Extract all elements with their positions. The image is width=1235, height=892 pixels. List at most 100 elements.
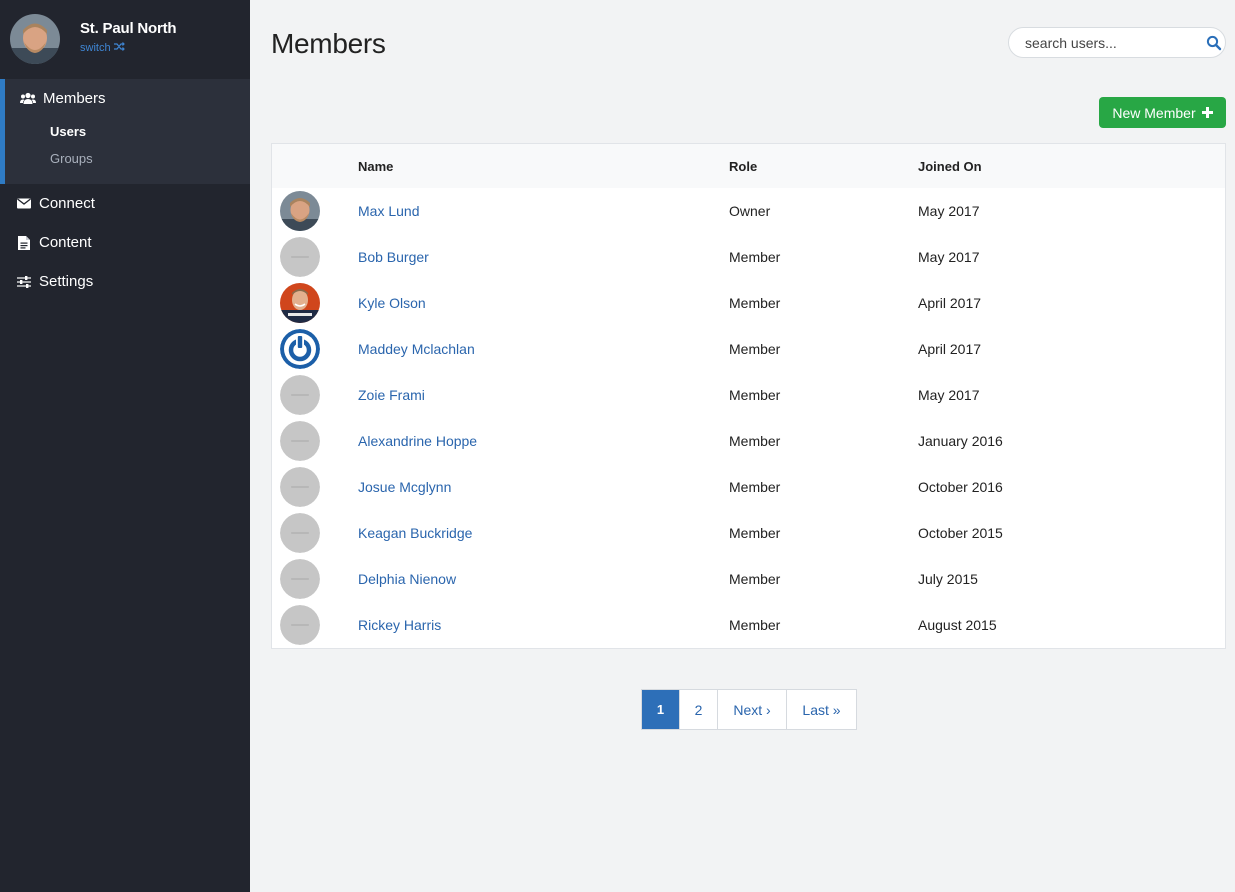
role-cell: Member xyxy=(729,249,781,265)
avatar-cell xyxy=(272,234,358,280)
avatar[interactable] xyxy=(280,513,320,553)
last-page-button[interactable]: Last » xyxy=(786,690,856,729)
table-row: Zoie Frami Member May 2017 xyxy=(272,372,1225,418)
sidebar-item-label: Members xyxy=(43,90,106,107)
table-row: Keagan Buckridge Member October 2015 xyxy=(272,510,1225,556)
avatar[interactable] xyxy=(10,14,60,64)
account-name: St. Paul North xyxy=(80,20,177,37)
member-name-link[interactable]: Delphia Nienow xyxy=(358,571,456,587)
column-header-name[interactable]: Name xyxy=(358,144,729,188)
avatar[interactable] xyxy=(280,559,320,599)
document-icon xyxy=(16,235,32,250)
name-cell: Bob Burger xyxy=(358,234,729,280)
main-content: Members New Member Name Role Joined On M… xyxy=(250,0,1235,892)
page-1-button[interactable]: 1 xyxy=(642,690,679,729)
table-row: Alexandrine Hoppe Member January 2016 xyxy=(272,418,1225,464)
avatar[interactable] xyxy=(280,329,320,369)
next-page-button[interactable]: Next › xyxy=(717,690,786,729)
new-member-button[interactable]: New Member xyxy=(1099,97,1226,128)
nav-section-main: Connect Content Settings xyxy=(0,184,250,301)
table-row: Bob Burger Member May 2017 xyxy=(272,234,1225,280)
avatar-cell xyxy=(272,464,358,510)
sidebar-item-users[interactable]: Users xyxy=(0,118,250,145)
sliders-icon xyxy=(16,275,32,289)
avatar-cell xyxy=(272,280,358,326)
member-name-link[interactable]: Rickey Harris xyxy=(358,617,441,633)
name-cell: Kyle Olson xyxy=(358,280,729,326)
search-box xyxy=(1008,27,1226,58)
column-header-role[interactable]: Role xyxy=(729,144,918,188)
joined-cell: May 2017 xyxy=(918,203,980,219)
avatar-cell xyxy=(272,602,358,648)
sidebar-item-content[interactable]: Content xyxy=(0,223,250,262)
joined-cell: April 2017 xyxy=(918,295,982,311)
table-row: Josue Mcglynn Member October 2016 xyxy=(272,464,1225,510)
search-input[interactable] xyxy=(1025,34,1206,51)
table-row: Kyle Olson Member April 2017 xyxy=(272,280,1225,326)
joined-cell: January 2016 xyxy=(918,433,1003,449)
avatar-cell xyxy=(272,188,358,234)
column-header-joined[interactable]: Joined On xyxy=(918,144,1225,188)
member-name-link[interactable]: Max Lund xyxy=(358,203,419,219)
switch-label: switch xyxy=(80,42,111,54)
role-cell: Member xyxy=(729,387,781,403)
role-cell: Member xyxy=(729,341,781,357)
role-cell: Member xyxy=(729,525,781,541)
joined-cell: April 2017 xyxy=(918,341,982,357)
name-cell: Max Lund xyxy=(358,188,729,234)
avatar[interactable] xyxy=(280,237,320,277)
avatar[interactable] xyxy=(280,467,320,507)
sidebar-item-connect[interactable]: Connect xyxy=(0,184,250,223)
joined-cell: October 2015 xyxy=(918,525,1003,541)
name-cell: Maddey Mclachlan xyxy=(358,326,729,372)
avatar[interactable] xyxy=(280,283,320,323)
table-row: Maddey Mclachlan Member April 2017 xyxy=(272,326,1225,372)
name-cell: Delphia Nienow xyxy=(358,556,729,602)
avatar-cell xyxy=(272,510,358,556)
nav-section-members: Members Users Groups xyxy=(0,79,250,184)
name-cell: Keagan Buckridge xyxy=(358,510,729,556)
member-name-link[interactable]: Zoie Frami xyxy=(358,387,425,403)
joined-cell: July 2015 xyxy=(918,571,978,587)
sidebar-item-members[interactable]: Members xyxy=(0,79,250,118)
member-name-link[interactable]: Kyle Olson xyxy=(358,295,426,311)
avatar[interactable] xyxy=(280,605,320,645)
sidebar-item-label: Connect xyxy=(39,195,95,212)
table-row: Rickey Harris Member August 2015 xyxy=(272,602,1225,648)
member-name-link[interactable]: Bob Burger xyxy=(358,249,429,265)
avatar-column-header xyxy=(272,144,358,188)
role-cell: Owner xyxy=(729,203,771,219)
sidebar-item-settings[interactable]: Settings xyxy=(0,262,250,301)
joined-cell: August 2015 xyxy=(918,617,997,633)
new-member-label: New Member xyxy=(1112,104,1196,121)
plus-icon xyxy=(1201,105,1213,121)
avatar-cell xyxy=(272,556,358,602)
role-cell: Member xyxy=(729,571,781,587)
avatar[interactable] xyxy=(280,421,320,461)
member-name-link[interactable]: Josue Mcglynn xyxy=(358,479,451,495)
table-row: Delphia Nienow Member July 2015 xyxy=(272,556,1225,602)
avatar-cell xyxy=(272,418,358,464)
role-cell: Member xyxy=(729,295,781,311)
avatar[interactable] xyxy=(280,191,320,231)
avatar[interactable] xyxy=(280,375,320,415)
member-name-link[interactable]: Alexandrine Hoppe xyxy=(358,433,477,449)
account-header: St. Paul North switch xyxy=(0,0,250,79)
member-name-link[interactable]: Keagan Buckridge xyxy=(358,525,472,541)
member-name-link[interactable]: Maddey Mclachlan xyxy=(358,341,475,357)
search-icon[interactable] xyxy=(1206,35,1222,51)
role-cell: Member xyxy=(729,433,781,449)
page-2-button[interactable]: 2 xyxy=(679,690,717,729)
page-title: Members xyxy=(271,28,386,59)
joined-cell: October 2016 xyxy=(918,479,1003,495)
name-cell: Rickey Harris xyxy=(358,602,729,648)
role-cell: Member xyxy=(729,479,781,495)
sidebar-item-label: Settings xyxy=(39,273,94,290)
avatar-cell xyxy=(272,326,358,372)
sidebar-item-label: Content xyxy=(39,234,92,251)
sidebar-item-groups[interactable]: Groups xyxy=(0,145,250,172)
avatar-cell xyxy=(272,372,358,418)
users-icon xyxy=(20,92,36,106)
switch-link[interactable]: switch xyxy=(80,42,125,54)
name-cell: Zoie Frami xyxy=(358,372,729,418)
